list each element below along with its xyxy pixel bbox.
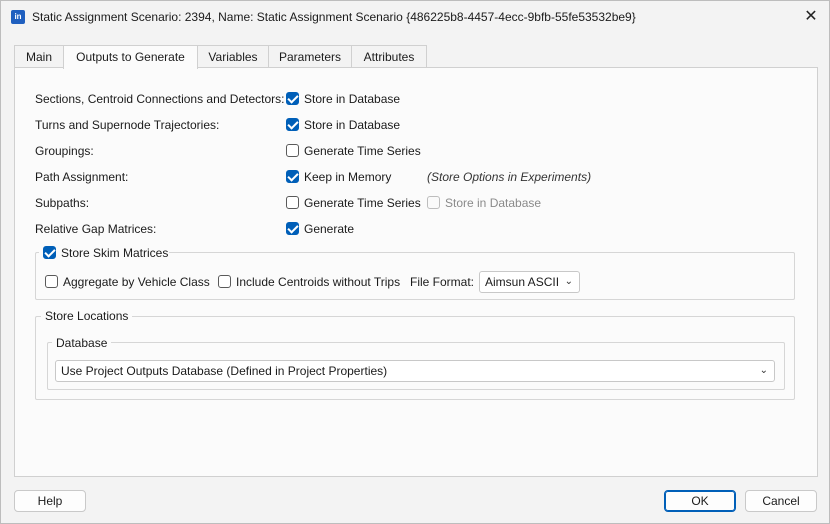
turns-store-label[interactable]: Store in Database	[304, 118, 400, 132]
subpaths-timeseries-label[interactable]: Generate Time Series	[304, 196, 421, 210]
relative-gap-generate-label[interactable]: Generate	[304, 222, 354, 236]
chevron-down-icon: ⌄	[564, 276, 573, 287]
sections-store-label[interactable]: Store in Database	[304, 92, 400, 106]
tab-outputs-to-generate[interactable]: Outputs to Generate	[63, 45, 198, 69]
outputs-panel: Sections, Centroid Connections and Detec…	[14, 67, 818, 477]
app-icon: in	[11, 10, 25, 24]
database-select[interactable]: Use Project Outputs Database (Defined in…	[55, 360, 775, 382]
database-title: Database	[52, 336, 112, 350]
sections-label: Sections, Centroid Connections and Detec…	[35, 92, 285, 106]
sections-store-checkbox[interactable]	[286, 92, 299, 105]
store-skim-label[interactable]: Store Skim Matrices	[61, 246, 168, 260]
subpaths-store-label: Store in Database	[445, 196, 542, 210]
path-keep-memory-checkbox[interactable]	[286, 170, 299, 183]
include-centroids-label[interactable]: Include Centroids without Trips	[236, 275, 400, 289]
groupings-timeseries-label[interactable]: Generate Time Series	[304, 144, 421, 158]
path-keep-memory-label[interactable]: Keep in Memory	[304, 170, 391, 184]
file-format-label: File Format:	[410, 275, 475, 289]
help-button[interactable]: Help	[14, 490, 86, 512]
relative-gap-label: Relative Gap Matrices:	[35, 222, 157, 236]
groupings-timeseries-checkbox[interactable]	[286, 144, 299, 157]
ok-button[interactable]: OK	[664, 490, 736, 512]
subpaths-timeseries-checkbox[interactable]	[286, 196, 299, 209]
turns-store-checkbox[interactable]	[286, 118, 299, 131]
tab-variables[interactable]: Variables	[197, 45, 269, 68]
dialog-window: in Static Assignment Scenario: 2394, Nam…	[0, 0, 830, 524]
turns-label: Turns and Supernode Trajectories:	[35, 118, 220, 132]
store-locations-title: Store Locations	[41, 309, 133, 323]
tab-main[interactable]: Main	[14, 45, 64, 68]
cancel-button[interactable]: Cancel	[745, 490, 817, 512]
path-assignment-label: Path Assignment:	[35, 170, 129, 184]
file-format-select[interactable]: Aimsun ASCII ⌄	[479, 271, 580, 293]
aggregate-vehicle-label[interactable]: Aggregate by Vehicle Class	[63, 275, 210, 289]
subpaths-store-checkbox	[427, 196, 440, 209]
file-format-value: Aimsun ASCII	[485, 275, 560, 289]
tab-parameters[interactable]: Parameters	[268, 45, 352, 68]
aggregate-vehicle-checkbox[interactable]	[45, 275, 58, 288]
relative-gap-generate-checkbox[interactable]	[286, 222, 299, 235]
window-title: Static Assignment Scenario: 2394, Name: …	[32, 10, 636, 24]
chevron-down-icon: ⌄	[759, 365, 768, 376]
include-centroids-checkbox[interactable]	[218, 275, 231, 288]
subpaths-label: Subpaths:	[35, 196, 90, 210]
path-assignment-note: (Store Options in Experiments)	[427, 170, 592, 184]
groupings-label: Groupings:	[35, 144, 94, 158]
title-bar: in Static Assignment Scenario: 2394, Nam…	[1, 1, 829, 33]
close-icon[interactable]: ✕	[797, 3, 825, 31]
store-skim-checkbox[interactable]	[43, 246, 56, 259]
tab-attributes[interactable]: Attributes	[351, 45, 427, 68]
database-value: Use Project Outputs Database (Defined in…	[61, 364, 388, 378]
